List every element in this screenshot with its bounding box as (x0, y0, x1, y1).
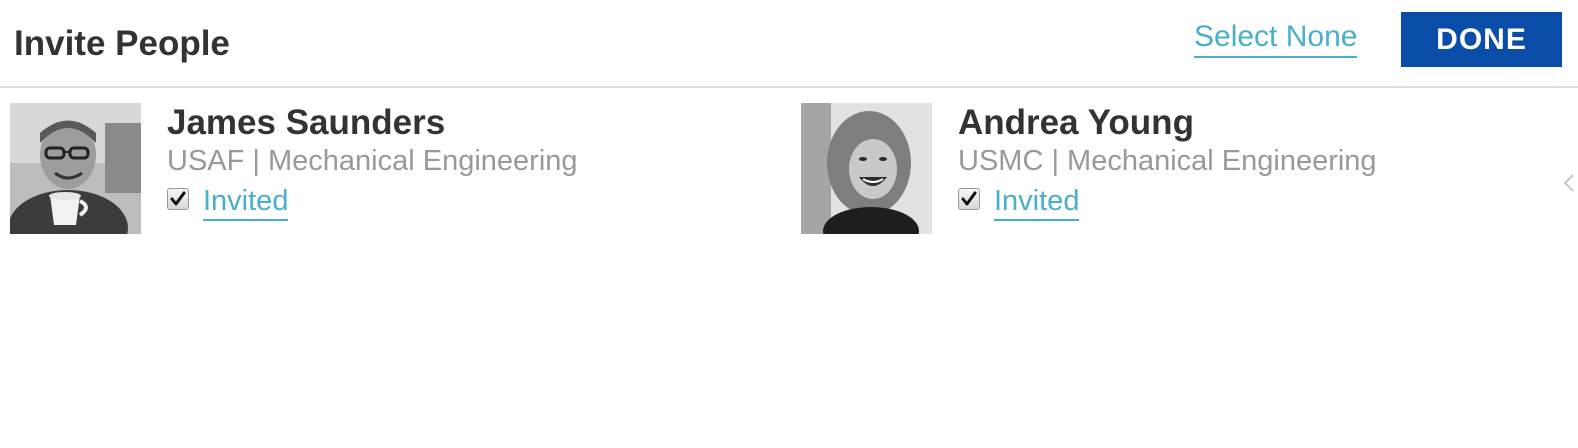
chevron-left-icon[interactable] (1561, 172, 1578, 194)
person-name: James Saunders (167, 103, 446, 142)
person-affiliation: USAF | Mechanical Engineering (167, 145, 578, 177)
page-title: Invite People (14, 24, 230, 63)
person-card-andrea-young: Andrea Young USMC | Mechanical Engineeri… (801, 103, 1561, 235)
select-none-link[interactable]: Select None (1194, 18, 1358, 58)
person-affiliation: USMC | Mechanical Engineering (958, 145, 1377, 177)
done-button[interactable]: DONE (1401, 12, 1562, 67)
invite-checkbox[interactable] (958, 188, 980, 210)
checkmark-icon (961, 191, 977, 206)
person-card-james-saunders: James Saunders USAF | Mechanical Enginee… (10, 103, 770, 235)
checkmark-icon (170, 191, 186, 206)
invite-checkbox[interactable] (167, 188, 189, 210)
header-bar: Invite People Select None DONE (0, 0, 1578, 88)
person-name: Andrea Young (958, 103, 1194, 142)
invited-status-link[interactable]: Invited (203, 183, 289, 221)
avatar (10, 103, 141, 234)
invited-status-link[interactable]: Invited (994, 183, 1080, 221)
avatar (801, 103, 932, 234)
